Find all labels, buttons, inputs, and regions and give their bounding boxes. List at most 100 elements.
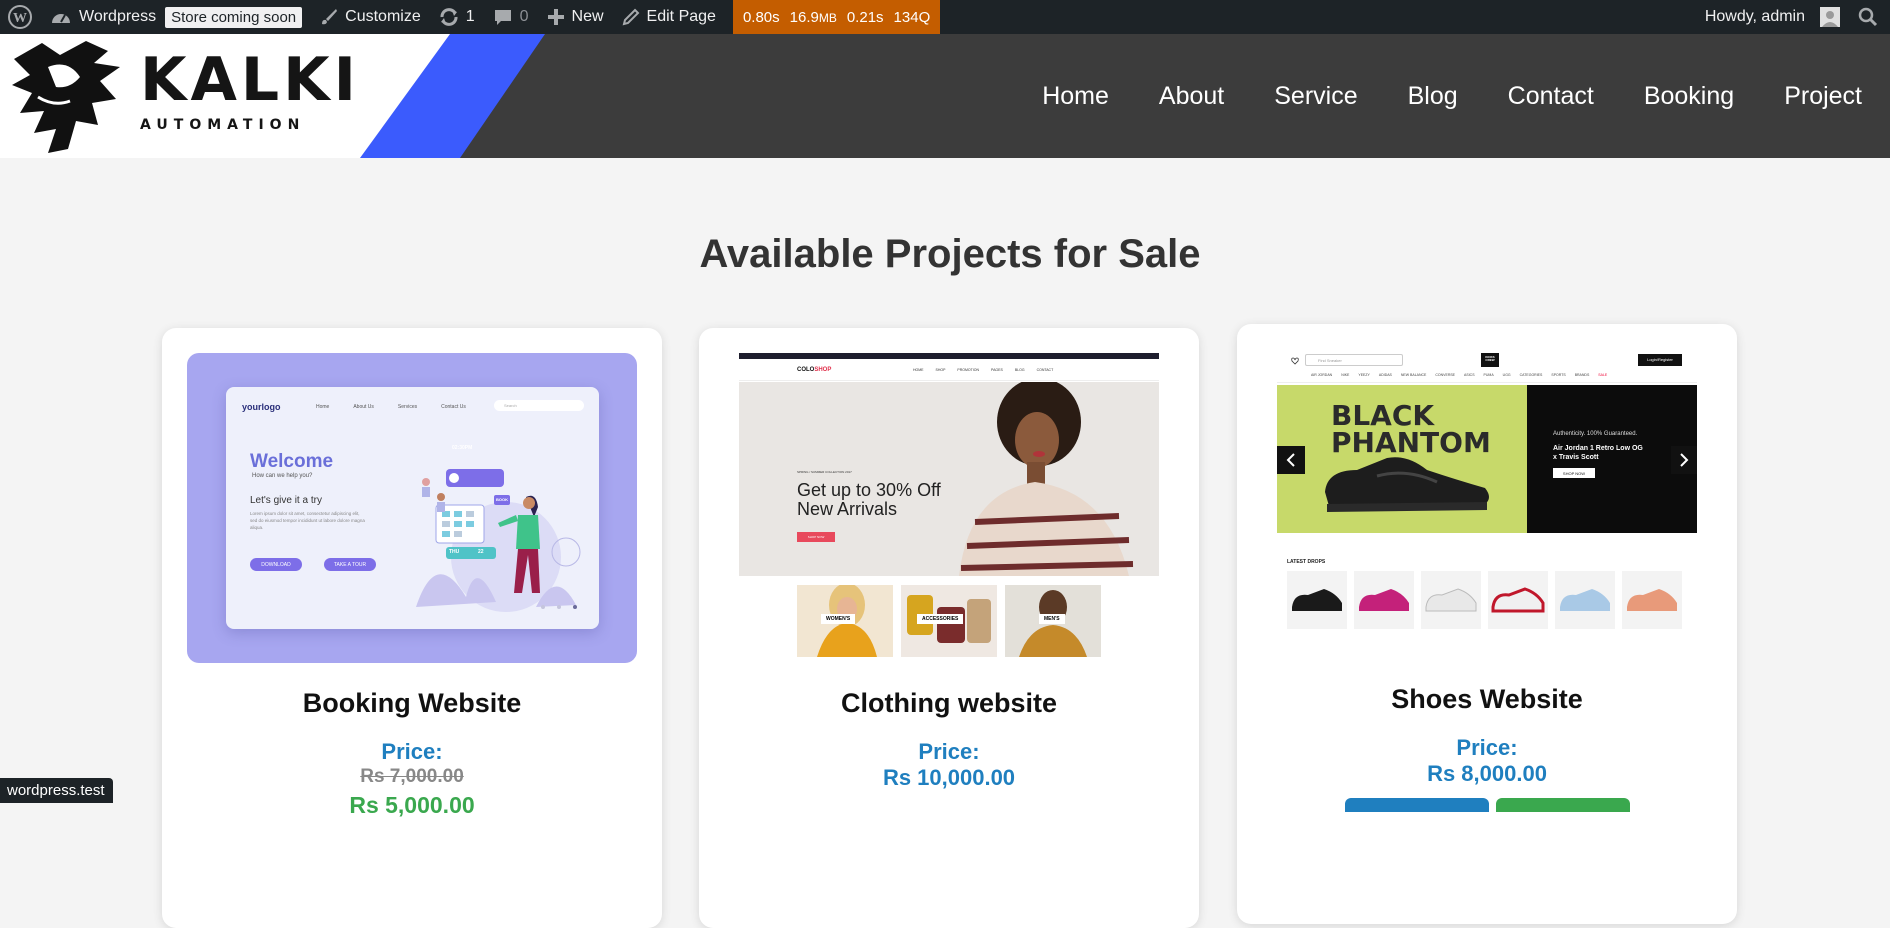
store-status-badge[interactable]: Store coming soon bbox=[165, 6, 303, 28]
logo-subtitle: AUTOMATION bbox=[140, 117, 306, 133]
updates-link[interactable]: 1 bbox=[430, 0, 484, 34]
qm-page-time: 0.80s bbox=[742, 8, 780, 26]
logo-title: KALKI bbox=[140, 45, 360, 115]
drop-item bbox=[1421, 571, 1481, 629]
dashboard-icon bbox=[50, 7, 72, 27]
shoes-next-arrow-icon bbox=[1671, 446, 1697, 474]
shoes-mock-header: Find Sneaker KICKS CREW Login/Register A… bbox=[1277, 349, 1697, 383]
drop-item bbox=[1354, 571, 1414, 629]
shoes-mock-nav-item: NEW BALANCE bbox=[1400, 373, 1427, 377]
comments-link[interactable]: 0 bbox=[484, 0, 538, 34]
site-name: Wordpress bbox=[79, 8, 157, 25]
booking-mock-window: yourlogo Home About Us Services Contact … bbox=[226, 387, 599, 629]
page-title: Available Projects for Sale bbox=[699, 232, 1201, 276]
shoes-mock-nav-item: AIR JORDAN bbox=[1311, 373, 1333, 377]
project-card-booking: yourlogo Home About Us Services Contact … bbox=[162, 328, 662, 928]
booking-mock-tagline: How can we help you? bbox=[252, 473, 313, 479]
nav-service[interactable]: Service bbox=[1249, 82, 1382, 111]
booking-mock-search: Search bbox=[494, 400, 584, 411]
booking-mock-dots bbox=[541, 605, 577, 609]
comment-icon bbox=[493, 7, 513, 27]
qm-memory: 16.9 bbox=[789, 8, 819, 26]
new-content-menu[interactable]: New bbox=[538, 0, 613, 34]
shoes-mock-nav-item: ASICS bbox=[1464, 373, 1475, 377]
clothing-cat-women: WOMEN'S bbox=[797, 585, 893, 657]
nav-booking[interactable]: Booking bbox=[1619, 82, 1759, 111]
wordpress-logo-icon[interactable]: W bbox=[0, 0, 41, 34]
site-logo-link[interactable]: KALKI AUTOMATION bbox=[0, 34, 356, 158]
booking-mock-nav-item: Services bbox=[397, 404, 418, 410]
clothing-mock-headline: Get up to 30% Off New Arrivals bbox=[797, 481, 941, 519]
query-monitor[interactable]: 0.80s 16.9MB 0.21s 134Q bbox=[732, 0, 941, 34]
clothing-mock-nav-item: PROMOTION bbox=[957, 368, 980, 372]
nav-contact[interactable]: Contact bbox=[1483, 82, 1619, 111]
svg-text:W: W bbox=[13, 11, 27, 26]
shoes-mock-logo: KICKS CREW bbox=[1481, 353, 1499, 367]
status-bar-url: wordpress.test bbox=[0, 778, 113, 803]
project-card-clothing: COLOSHOP HOME SHOP PROMOTION PAGES BLOG … bbox=[699, 328, 1199, 928]
booking-mock-day: THU bbox=[449, 549, 460, 555]
project-thumbnail-booking[interactable]: yourlogo Home About Us Services Contact … bbox=[187, 353, 637, 663]
booking-mock-date: 22 bbox=[478, 549, 484, 555]
clothing-mock-nav-item: PAGES bbox=[991, 368, 1003, 372]
shoes-mock-nav-item: CATEGORIES bbox=[1519, 373, 1543, 377]
booking-mock-logo: yourlogo bbox=[242, 402, 281, 412]
shoes-mock-shop: SHOP NOW bbox=[1553, 468, 1595, 478]
clothing-cat-accessories-label: ACCESSORIES bbox=[917, 614, 964, 624]
search-toggle[interactable] bbox=[1849, 0, 1890, 34]
nav-about[interactable]: About bbox=[1134, 82, 1249, 111]
project-title-clothing: Clothing website bbox=[841, 688, 1057, 718]
clothing-mock-kicker: SPRING / SUMMER COLLECTION 2017 bbox=[797, 470, 852, 474]
shoes-mock-nav-item: ADIDAS bbox=[1378, 373, 1392, 377]
project-thumbnail-shoes[interactable]: Find Sneaker KICKS CREW Login/Register A… bbox=[1277, 349, 1697, 659]
price-label-clothing: Price: bbox=[918, 739, 980, 764]
new-label: New bbox=[571, 8, 604, 25]
avatar bbox=[1820, 7, 1840, 27]
main-nav: Home About Service Blog Contact Booking … bbox=[1017, 34, 1890, 158]
clothing-mock-header: COLOSHOP HOME SHOP PROMOTION PAGES BLOG … bbox=[739, 359, 1159, 381]
clothing-mock-nav-item: SHOP bbox=[935, 368, 946, 372]
booking-mock-body: Lorem ipsum dolor sit amet, consectetur … bbox=[250, 511, 365, 530]
customize-label: Customize bbox=[345, 8, 421, 25]
nav-project[interactable]: Project bbox=[1759, 82, 1890, 111]
shoes-mock-nav-item: SPORTS bbox=[1551, 373, 1566, 377]
updates-icon bbox=[439, 7, 459, 27]
qm-memory-group: 16.9MB bbox=[790, 9, 837, 26]
qm-db-time: 0.21s bbox=[846, 8, 884, 26]
admin-bar: W Wordpress Store coming soon Customize … bbox=[0, 0, 1890, 34]
updates-count: 1 bbox=[465, 8, 475, 25]
view-details-button[interactable] bbox=[1345, 798, 1489, 812]
shoes-mock-hero-left: BLACK PHANTOM bbox=[1277, 385, 1527, 533]
price-label-booking: Price: bbox=[381, 739, 443, 764]
booking-mock-tag: BOOK bbox=[496, 497, 508, 502]
logo-panel: KALKI AUTOMATION bbox=[0, 34, 545, 158]
edit-page-link[interactable]: Edit Page bbox=[613, 0, 725, 34]
clothing-hero-model bbox=[959, 382, 1134, 576]
nav-home[interactable]: Home bbox=[1017, 82, 1134, 111]
booking-mock-time: 02:30PM bbox=[452, 445, 473, 451]
qm-memory-unit: MB bbox=[818, 10, 837, 25]
my-account-menu[interactable]: Howdy, admin bbox=[1696, 0, 1849, 34]
site-header: KALKI AUTOMATION Home About Service Blog… bbox=[0, 34, 1890, 158]
nav-blog[interactable]: Blog bbox=[1383, 82, 1483, 111]
project-thumbnail-clothing[interactable]: COLOSHOP HOME SHOP PROMOTION PAGES BLOG … bbox=[739, 353, 1159, 663]
howdy-label: Howdy, admin bbox=[1704, 8, 1805, 25]
clothing-mock-nav-item: BLOG bbox=[1014, 368, 1025, 372]
buy-now-button[interactable] bbox=[1496, 798, 1630, 812]
booking-mock-tour: TAKE A TOUR bbox=[324, 558, 376, 571]
shoes-mock-nav-item: CONVERSE bbox=[1435, 373, 1456, 377]
customize-link[interactable]: Customize bbox=[311, 0, 430, 34]
drop-item bbox=[1287, 571, 1347, 629]
booking-mock-download: DOWNLOAD bbox=[250, 558, 302, 571]
clothing-mock-headline-1: Get up to 30% Off bbox=[797, 480, 941, 500]
clothing-mock-headline-2: New Arrivals bbox=[797, 498, 898, 519]
shoes-mock-nav-item: SALE bbox=[1598, 373, 1608, 377]
shoes-mock-nav-item: PUMA bbox=[1483, 373, 1494, 377]
sale-price-booking: Rs 5,000.00 bbox=[349, 792, 475, 818]
shoes-mock-product-1: Air Jordan 1 Retro Low OG bbox=[1553, 445, 1643, 452]
booking-mock-welcome: Welcome bbox=[250, 451, 334, 472]
shoes-mock-nav-item: NIKE bbox=[1341, 373, 1350, 377]
site-name-menu[interactable]: Wordpress Store coming soon bbox=[41, 0, 311, 34]
brush-icon bbox=[320, 8, 338, 26]
qm-queries: 134Q bbox=[893, 8, 931, 26]
